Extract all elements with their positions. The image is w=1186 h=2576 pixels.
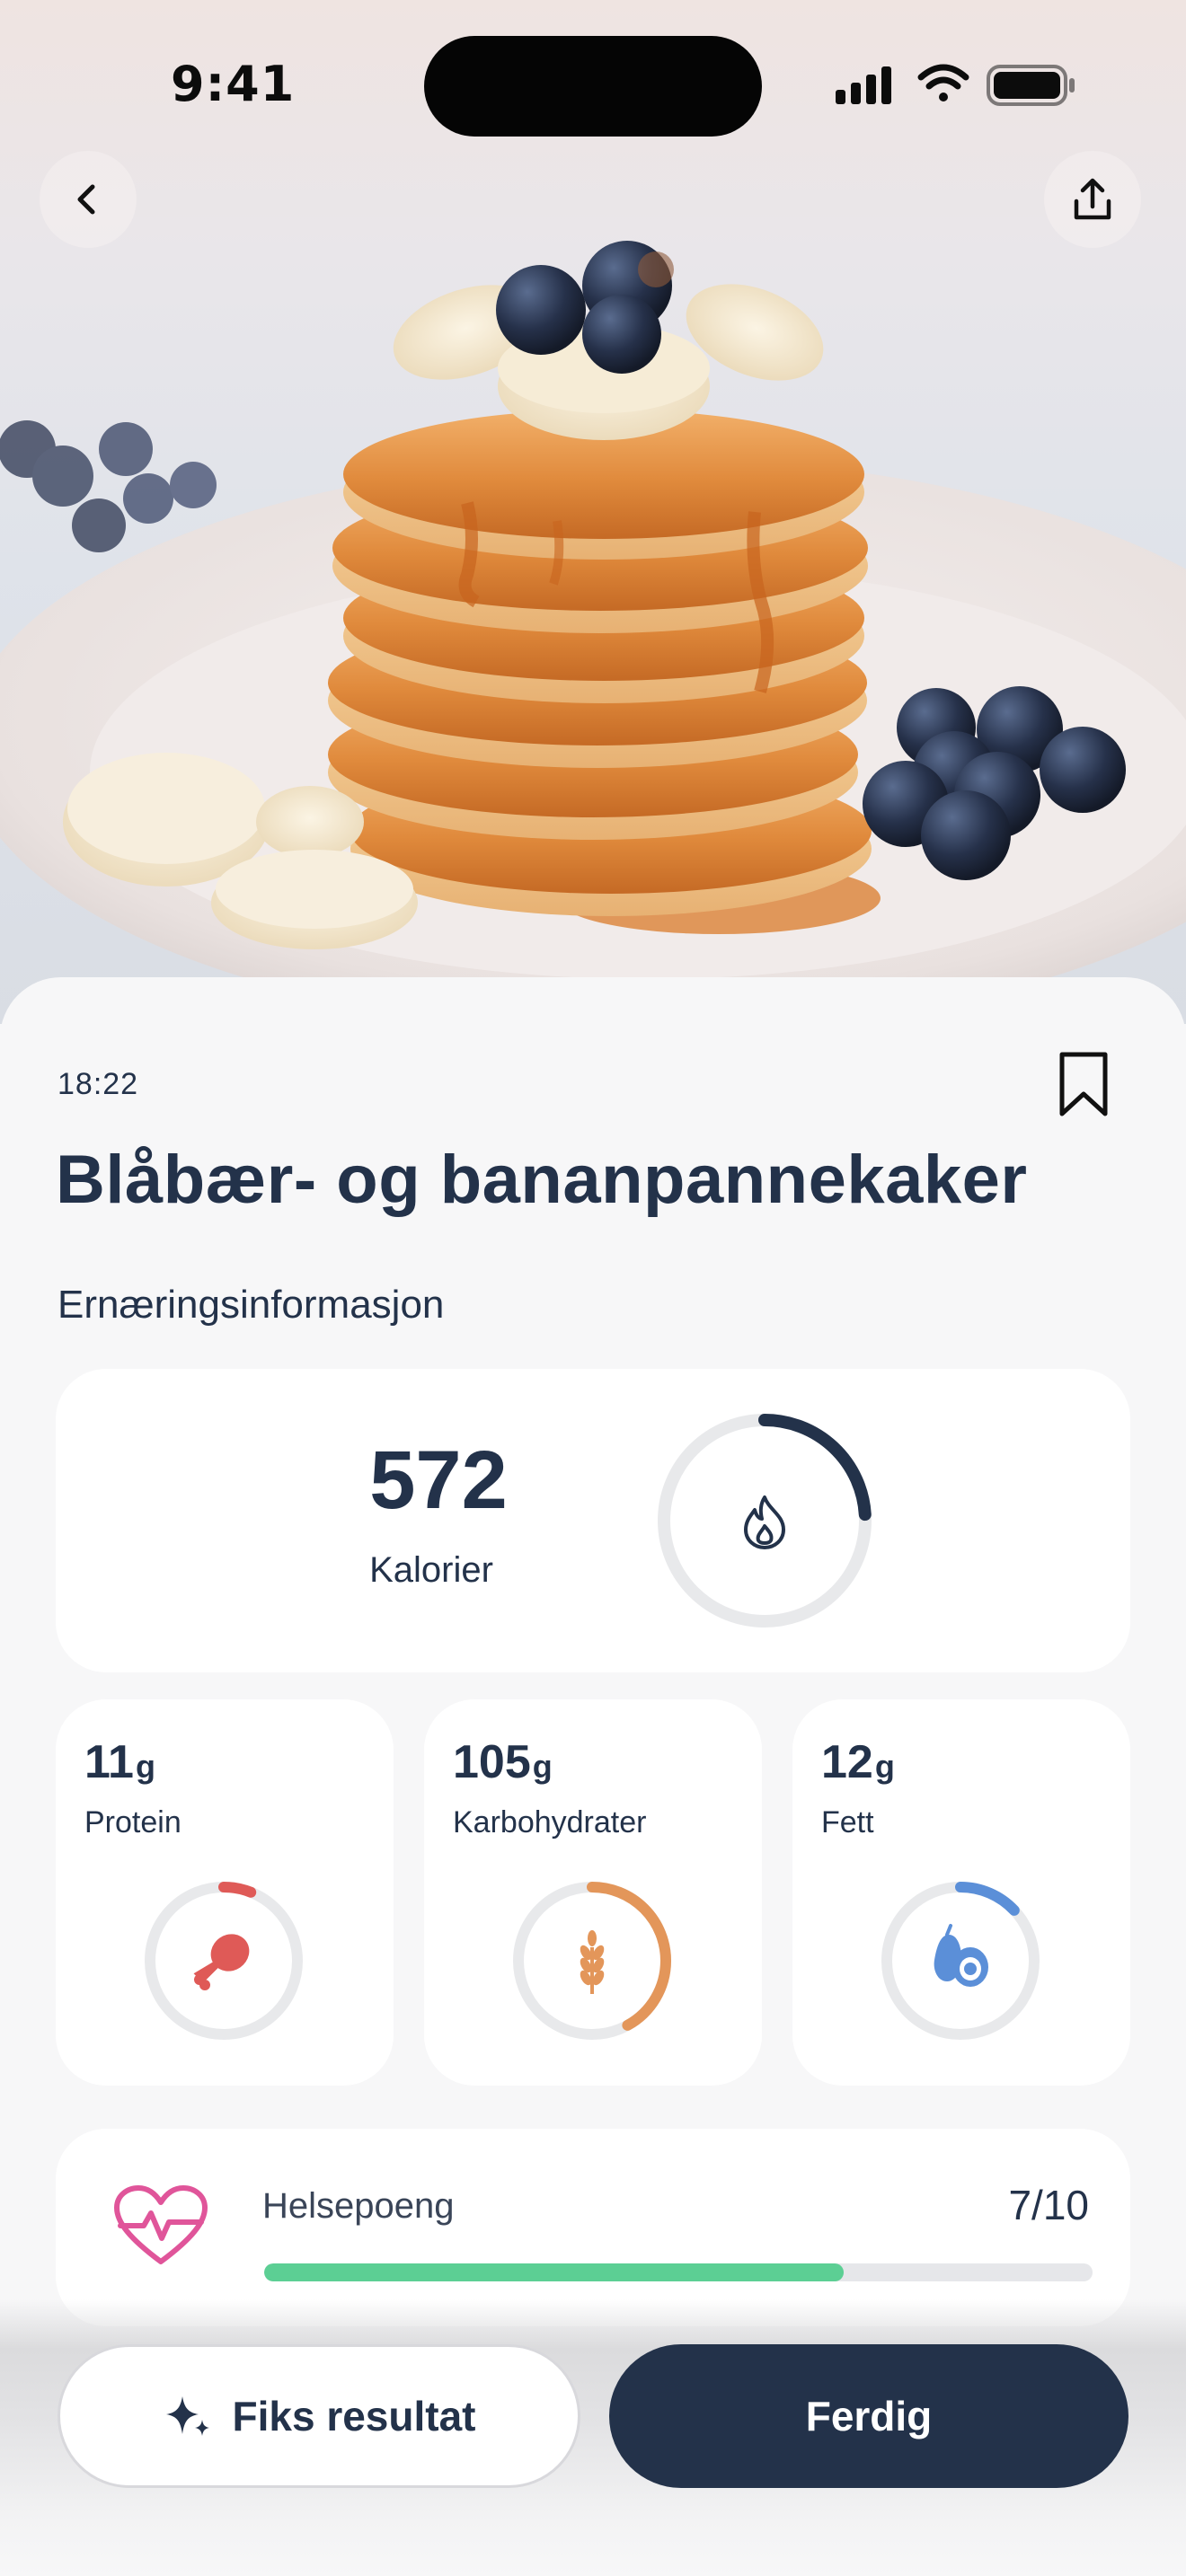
wheat-icon <box>580 1930 605 1994</box>
dynamic-island <box>424 36 762 137</box>
calorie-card[interactable]: 572 Kalorier <box>56 1369 1130 1672</box>
protein-value: 11g <box>84 1736 155 1788</box>
calorie-value: 572 <box>369 1434 508 1526</box>
carbs-label: Karbohydrater <box>453 1805 647 1839</box>
avocado-icon <box>934 1924 988 1987</box>
fat-card[interactable]: 12g Fett <box>792 1699 1130 2086</box>
carbs-ring <box>513 1882 671 2040</box>
protein-card[interactable]: 11g Protein <box>56 1699 394 2086</box>
protein-ring <box>145 1882 303 2040</box>
status-bar: 9:41 <box>0 0 1186 162</box>
fix-result-button[interactable]: Fiks resultat <box>58 2344 580 2488</box>
status-time: 9:41 <box>171 56 296 112</box>
fat-value: 12g <box>821 1736 895 1788</box>
health-score-bar-fill <box>264 2263 845 2281</box>
flame-icon <box>744 1495 785 1549</box>
wifi-icon <box>917 64 969 101</box>
fat-ring <box>881 1882 1040 2040</box>
status-icons <box>836 64 1075 106</box>
cellular-signal-icon <box>836 66 891 104</box>
fat-label: Fett <box>821 1805 874 1839</box>
done-label: Ferdig <box>805 2393 933 2439</box>
fix-result-label: Fiks resultat <box>232 2393 476 2439</box>
chevron-left-icon <box>77 184 95 215</box>
health-score-label: Helsepoeng <box>262 2186 455 2226</box>
protein-label: Protein <box>84 1805 181 1839</box>
nutrition-heading: Ernæringsinformasjon <box>58 1283 445 1327</box>
health-score-bar <box>264 2263 1093 2281</box>
health-score-card[interactable]: Helsepoeng 7/10 <box>56 2129 1130 2326</box>
share-icon <box>1074 178 1111 220</box>
carbs-card[interactable]: 105g Karbohydrater <box>424 1699 762 2086</box>
calorie-ring <box>658 1414 872 1628</box>
drumstick-icon <box>193 1934 250 1990</box>
share-button[interactable] <box>1044 151 1141 248</box>
battery-icon <box>987 65 1075 106</box>
done-button[interactable]: Ferdig <box>609 2344 1128 2488</box>
carbs-value: 105g <box>453 1736 553 1788</box>
meal-time: 18:22 <box>58 1067 139 1101</box>
meal-title: Blåbær- og bananpannekaker <box>56 1142 1028 1218</box>
sparkle-icon <box>165 2396 209 2436</box>
bookmark-icon[interactable] <box>1057 1051 1111 1117</box>
calorie-label: Kalorier <box>369 1550 493 1590</box>
back-button[interactable] <box>40 151 137 248</box>
heart-pulse-icon <box>114 2185 208 2264</box>
meal-photo: 9:41 <box>0 0 1186 1024</box>
health-score-value: 7/10 <box>1008 2182 1089 2228</box>
